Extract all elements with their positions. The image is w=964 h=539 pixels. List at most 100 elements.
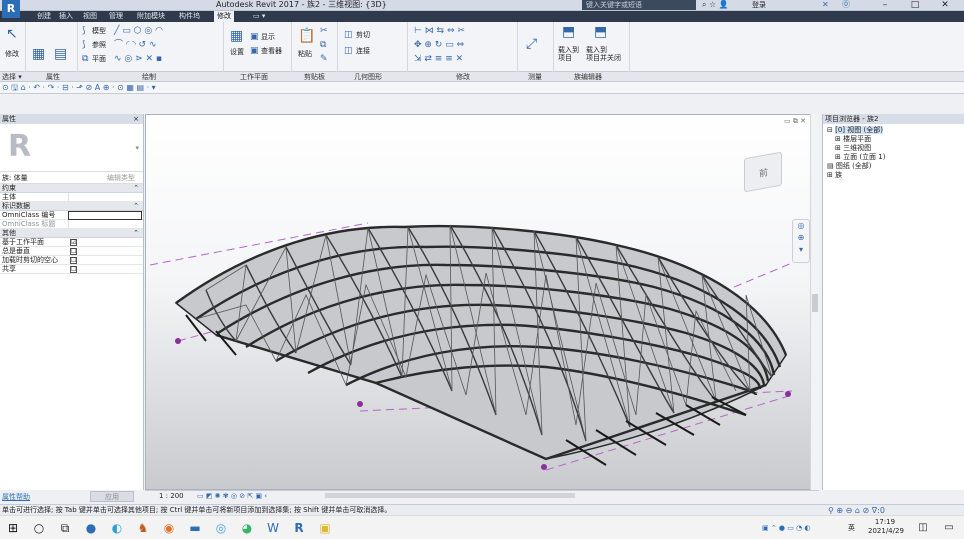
prop-row-workplane-based[interactable]: 基于工作平面 ☑ <box>0 238 143 247</box>
scale-selector[interactable]: 1 : 200 <box>159 491 184 501</box>
edge-icon[interactable]: ◐ <box>108 519 126 537</box>
login-button[interactable]: 登录 <box>752 0 766 10</box>
tree-item-views[interactable]: ⊟ [0] 视图 (全部) <box>827 126 883 135</box>
paste-icon[interactable]: 📋 <box>298 28 315 44</box>
tree-item-sheets[interactable]: ▤ 图纸 (全部) <box>827 162 872 171</box>
3d-view-canvas[interactable]: ▭ ⧉ ✕ 前 ◎ ⊕ ▾ <box>145 114 819 490</box>
app-icon-4[interactable]: ▣ <box>316 519 334 537</box>
tree-item-families[interactable]: ⊞ 族 <box>827 171 842 180</box>
viewport-window-controls[interactable]: ▭ ⧉ ✕ <box>784 117 806 126</box>
tab-manage[interactable]: 管理 <box>106 11 126 22</box>
view-control-icons[interactable]: ▭ ◩ ✺ ✾ ◎ ⊘ ⇱ ▣ ‹ <box>197 491 267 501</box>
close-button[interactable]: ✕ <box>934 0 956 10</box>
panel-select[interactable]: 选择 ▾ <box>2 72 22 82</box>
system-clock[interactable]: 17:19 2021/4/29 <box>868 518 904 536</box>
search-input[interactable]: 键入关键字或短语 <box>582 0 696 10</box>
start-icon[interactable]: ⊞ <box>4 519 22 537</box>
load-into-project-label[interactable]: 载入到 项目 <box>558 46 579 62</box>
tree-item-elevations[interactable]: ⊞ 立面 (立面 1) <box>835 153 885 162</box>
viewer-icon[interactable]: ▣ <box>250 46 259 56</box>
app-icon-1[interactable]: ● <box>82 519 100 537</box>
vertical-scrollbar[interactable] <box>810 114 819 490</box>
action-center-icon[interactable]: ▭ <box>940 519 958 537</box>
align-tools-icon[interactable]: ⊢ ⋈ ⇆ ⇔ ✂ <box>414 26 465 36</box>
minimize-button[interactable]: – <box>874 0 896 10</box>
chevron-down-icon[interactable]: ▾ <box>135 144 139 152</box>
prop-row-omniclass-title[interactable]: OmniClass 标题 <box>0 220 143 229</box>
instance-filter[interactable]: 族: 体量 编辑类型 <box>0 172 143 184</box>
cursor-icon[interactable]: ↖ <box>6 26 18 42</box>
prop-row-omniclass-number[interactable]: OmniClass 编号 <box>0 211 143 220</box>
load-into-project-icon[interactable]: ⬒ <box>562 24 575 40</box>
prop-row-shared[interactable]: 共享 ☐ <box>0 265 143 274</box>
task-view-icon[interactable]: ⧉ <box>56 519 74 537</box>
navigation-bar[interactable]: ◎ ⊕ ▾ <box>792 219 810 263</box>
copy-icon[interactable]: ⧉ <box>320 40 326 50</box>
cut-icon[interactable]: ✂ <box>320 26 328 36</box>
app-icon-3[interactable]: ◎ <box>212 519 230 537</box>
notification-icon[interactable]: ◫ <box>914 519 932 537</box>
prop-row-host[interactable]: 主体 <box>0 193 143 202</box>
tab-contextual[interactable]: ▭ ▾ <box>250 11 268 22</box>
spline-tools-icon[interactable]: ∿ ◎ ⋗ ✕ ▪ <box>114 54 162 64</box>
workplane-based-checkbox[interactable]: ☑ <box>70 239 77 246</box>
prop-row-cut-voids[interactable]: 加载时剪切的空心 ☐ <box>0 256 143 265</box>
section-other[interactable]: 其他 ⌃ <box>0 229 143 238</box>
collapse-icon[interactable]: ⌃ <box>133 184 139 193</box>
line-tools-icon[interactable]: ╱ ▭ ⬡ ◎ ◠ <box>114 26 163 36</box>
tab-create[interactable]: 创建 <box>34 11 54 22</box>
file-explorer-icon[interactable]: ▬ <box>186 519 204 537</box>
load-and-close-label[interactable]: 载入到 项目并关闭 <box>586 46 621 62</box>
tree-item-3d-views[interactable]: ⊞ 三维视图 <box>835 144 871 153</box>
revit-taskbar-icon[interactable]: R <box>290 519 308 537</box>
tab-component[interactable]: 构件坞 <box>176 11 203 22</box>
maximize-button[interactable]: □ <box>904 0 926 10</box>
app-icon-2[interactable]: ♞ <box>134 519 152 537</box>
quick-access-toolbar[interactable]: ⊙ 🖫 ⌂ · ↶ · ↷ · ⊟ · ⬏ ⊘ A ⊕ · ⊙ ▦ ▤ · ▾ <box>0 82 964 94</box>
tab-insert[interactable]: 插入 <box>56 11 76 22</box>
infocenter-icons[interactable]: ⌕ ☆ 👤 <box>702 0 729 10</box>
section-identity[interactable]: 标识数据 ⌃ <box>0 202 143 211</box>
cut-geometry-icon[interactable]: ◫ <box>344 30 353 40</box>
arc-tools-icon[interactable]: ⌒ ◜ ◝ ↺ ∿ <box>114 40 157 50</box>
cut-voids-checkbox[interactable]: ☐ <box>70 257 77 264</box>
array-tools-icon[interactable]: ⇲ ⇄ ≡ ≡ ✕ <box>414 54 463 64</box>
apply-button[interactable]: 应用 <box>90 491 134 502</box>
search-icon[interactable]: ○ <box>30 519 48 537</box>
omniclass-number-field[interactable] <box>68 211 142 220</box>
collapse-icon[interactable]: ⌃ <box>133 229 139 238</box>
edit-type-button[interactable]: 编辑类型 <box>107 172 135 184</box>
always-vertical-checkbox[interactable]: ☐ <box>70 248 77 255</box>
prop-row-always-vertical[interactable]: 总是垂直 ☐ <box>0 247 143 256</box>
show-icon[interactable]: ▣ <box>250 32 259 42</box>
horizontal-scroll-thumb[interactable] <box>325 493 575 498</box>
load-and-close-icon[interactable]: ⬒ <box>594 24 607 40</box>
section-constraints[interactable]: 约束 ⌃ <box>0 184 143 193</box>
collapse-icon[interactable]: ⌃ <box>133 202 139 211</box>
properties-icon[interactable]: ▦ <box>32 46 45 62</box>
close-icon[interactable]: × <box>133 114 139 124</box>
exchange-apps-icon[interactable]: ✕ <box>822 0 829 10</box>
tab-modify[interactable]: 修改 <box>214 11 234 22</box>
plane-icon[interactable]: ⧉ <box>82 54 88 64</box>
set-workplane-icon[interactable]: ▦ <box>230 28 243 44</box>
join-icon[interactable]: ◫ <box>344 46 353 56</box>
chrome-icon[interactable]: ◉ <box>160 519 178 537</box>
input-language[interactable]: 英 <box>848 522 855 534</box>
match-icon[interactable]: ✎ <box>320 54 328 64</box>
word-icon[interactable]: W <box>264 519 282 537</box>
tab-view[interactable]: 视图 <box>80 11 100 22</box>
type-properties-icon[interactable]: ▤ <box>54 46 67 62</box>
tab-addins[interactable]: 附加模块 <box>134 11 168 22</box>
measure-icon[interactable]: ⤢ <box>526 36 537 52</box>
view-cube[interactable]: 前 <box>744 151 782 193</box>
revit-app-menu-button[interactable]: R <box>2 0 20 18</box>
tray-icons[interactable]: ▣ ⌃ ● ▭ ◔ ◐ <box>762 522 811 534</box>
tree-item-floor-plans[interactable]: ⊞ 楼层平面 <box>835 135 871 144</box>
wechat-icon[interactable]: ◕ <box>238 519 256 537</box>
properties-help-link[interactable]: 属性帮助 <box>2 492 30 502</box>
model-line-icon[interactable]: ⟆ <box>82 26 86 36</box>
ref-line-icon[interactable]: ⟆ <box>82 40 86 50</box>
move-tools-icon[interactable]: ✥ ⊕ ↻ ▭ ⇔ <box>414 40 464 50</box>
shared-checkbox[interactable]: ☐ <box>70 266 77 273</box>
